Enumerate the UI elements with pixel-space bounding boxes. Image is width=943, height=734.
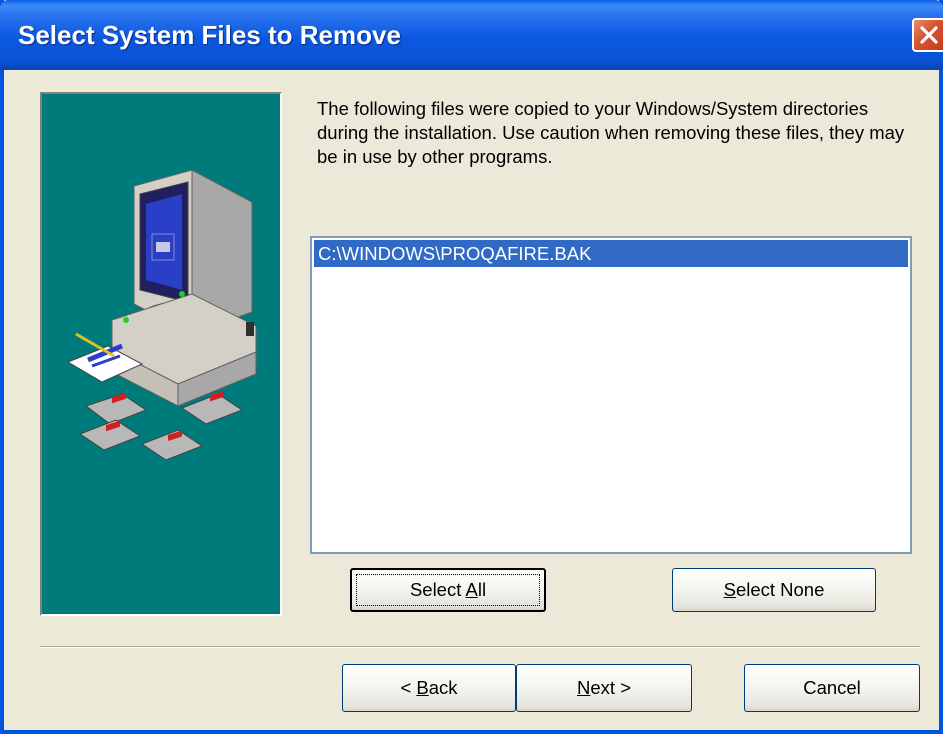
close-button[interactable] bbox=[912, 18, 943, 52]
illustration-panel bbox=[40, 92, 282, 616]
select-none-button[interactable]: Select None bbox=[672, 568, 876, 612]
wizard-window: Select System Files to Remove The follow… bbox=[0, 0, 943, 734]
title-bar[interactable]: Select System Files to Remove bbox=[0, 0, 943, 70]
footer-divider bbox=[40, 646, 920, 648]
system-files-listbox[interactable]: C:\WINDOWS\PROQAFIRE.BAK bbox=[310, 236, 912, 554]
computer-with-floppy-disks-illustration bbox=[66, 169, 257, 461]
next-button[interactable]: Next > bbox=[516, 664, 692, 712]
cancel-button[interactable]: Cancel bbox=[744, 664, 920, 712]
list-item-selected[interactable]: C:\WINDOWS\PROQAFIRE.BAK bbox=[314, 240, 908, 267]
back-button[interactable]: < Back bbox=[342, 664, 516, 712]
close-icon bbox=[920, 26, 938, 44]
instructions-text: The following files were copied to your … bbox=[317, 98, 905, 167]
select-all-button[interactable]: Select All bbox=[350, 568, 546, 612]
window-title: Select System Files to Remove bbox=[18, 20, 401, 50]
